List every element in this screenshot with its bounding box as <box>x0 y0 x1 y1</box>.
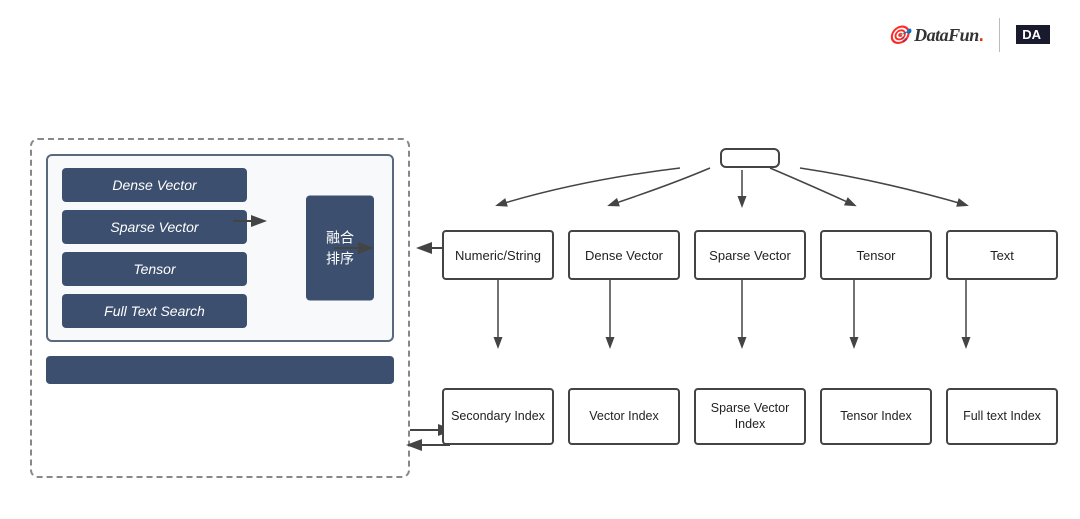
dense-vector-item: Dense Vector <box>62 168 247 202</box>
columnar-store-box <box>720 148 780 168</box>
tensor-index-box: Tensor Index <box>820 388 932 445</box>
col-type-numeric: Numeric/String <box>442 230 554 280</box>
merge-box: 融合排序 <box>306 196 374 301</box>
logo-divider <box>999 18 1000 52</box>
full-text-index-box: Full text Index <box>946 388 1058 445</box>
sparse-vector-index-box: Sparse Vector Index <box>694 388 806 445</box>
left-diagram: Dense Vector Sparse Vector Tensor Full T… <box>30 138 410 478</box>
col-type-dense: Dense Vector <box>568 230 680 280</box>
index-row: Secondary Index Vector Index Sparse Vect… <box>440 388 1060 445</box>
secondary-index-box: Secondary Index <box>442 388 554 445</box>
vector-index-box: Vector Index <box>568 388 680 445</box>
col-type-tensor: Tensor <box>820 230 932 280</box>
da-logo: DA <box>1016 25 1050 45</box>
full-text-search-item: Full Text Search <box>62 294 247 328</box>
right-diagram: Numeric/String Dense Vector Sparse Vecto… <box>440 138 1060 478</box>
logo-area: 🎯 DataFun. DA <box>888 18 1050 52</box>
col-types-row: Numeric/String Dense Vector Sparse Vecto… <box>440 230 1060 280</box>
sparse-vector-item: Sparse Vector <box>62 210 247 244</box>
col-type-sparse: Sparse Vector <box>694 230 806 280</box>
datafun-logo: 🎯 DataFun. <box>888 25 983 46</box>
tensor-item: Tensor <box>62 252 247 286</box>
recall-items: Dense Vector Sparse Vector Tensor Full T… <box>62 168 247 328</box>
da-label: DA <box>1016 25 1050 44</box>
query-box <box>46 356 394 384</box>
recall-box: Dense Vector Sparse Vector Tensor Full T… <box>46 154 394 342</box>
col-type-text: Text <box>946 230 1058 280</box>
